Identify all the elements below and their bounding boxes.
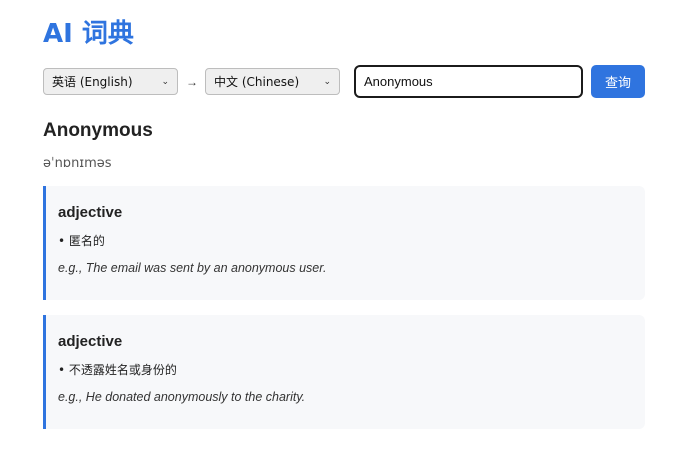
example-sentence: e.g., The email was sent by an anonymous… — [58, 261, 327, 275]
example-sentence: e.g., He donated anonymously to the char… — [58, 390, 306, 404]
app-title: AI 词典 — [43, 19, 134, 49]
search-input[interactable]: Anonymous — [354, 65, 583, 98]
search-input-value: Anonymous — [364, 74, 433, 89]
target-language-label: 中文 (Chinese) — [214, 75, 300, 89]
meaning: • 不透露姓名或身份的 — [58, 363, 177, 377]
dictionary-page: AI 词典 英语 (English) ⌄ → 中文 (Chinese) ⌄ An… — [0, 0, 690, 453]
search-controls: 英语 (English) ⌄ → 中文 (Chinese) ⌄ Anonymou… — [43, 65, 646, 99]
source-language-select[interactable]: 英语 (English) ⌄ — [43, 68, 178, 95]
chevron-down-icon: ⌄ — [323, 76, 331, 87]
part-of-speech: adjective — [58, 333, 123, 350]
target-language-select[interactable]: 中文 (Chinese) ⌄ — [205, 68, 340, 95]
source-language-label: 英语 (English) — [52, 75, 133, 89]
part-of-speech: adjective — [58, 204, 123, 221]
definition-card: adjective • 不透露姓名或身份的 e.g., He donated a… — [43, 315, 645, 429]
word-title: Anonymous — [43, 120, 153, 141]
search-button[interactable]: 查询 — [591, 65, 645, 98]
arrow-icon: → — [186, 75, 198, 89]
meaning: • 匿名的 — [58, 234, 105, 248]
definition-card: adjective • 匿名的 e.g., The email was sent… — [43, 186, 645, 300]
chevron-down-icon: ⌄ — [161, 76, 169, 87]
phonetic: əˈnɒnɪməs — [43, 156, 112, 171]
